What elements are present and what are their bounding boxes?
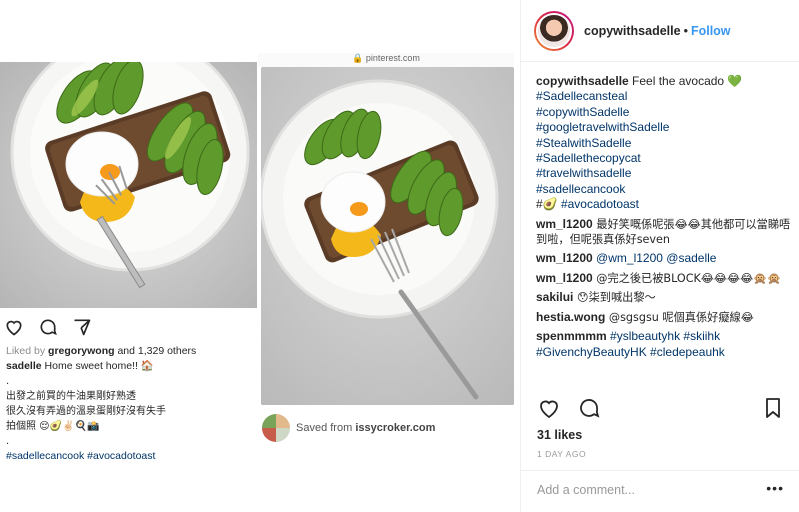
comment: hestia.wong @sgsgsu 呢個真係好癡線😂 — [536, 310, 798, 325]
hashtag-link[interactable]: #avocadotoast — [561, 197, 639, 211]
caption-username[interactable]: copywithsadelle — [536, 74, 629, 88]
comment: wm_l1200 @wm_l1200 @sadelle — [536, 251, 798, 266]
comment-text: @sgsgsu 呢個真係好癡線😂 — [605, 310, 754, 324]
left-likes-line: Liked by gregorywong and 1,329 others — [6, 345, 197, 357]
comment-text: @完之後已被BLOCK😂😂😂😂🙊🙊 — [592, 271, 782, 285]
avatar[interactable] — [534, 10, 574, 51]
avocado-toast-photo — [0, 62, 257, 308]
comment: wm_l1200 @完之後已被BLOCK😂😂😂😂🙊🙊 — [536, 271, 798, 286]
heart-icon[interactable] — [4, 317, 24, 337]
comment-username[interactable]: wm_l1200 — [536, 271, 593, 285]
comment-username[interactable]: spenmmmm — [536, 329, 607, 343]
left-caption-user[interactable]: sadelle — [6, 360, 42, 372]
header-dot: • — [683, 23, 688, 38]
comment-username[interactable]: hestia.wong — [536, 310, 605, 324]
comment-input[interactable] — [537, 483, 752, 497]
saved-from-text: Saved from issycroker.com — [296, 422, 436, 434]
heart-icon[interactable] — [537, 396, 561, 420]
comment-bar: ••• — [521, 470, 799, 512]
hashtag-link[interactable]: #StealwithSadelle — [536, 136, 798, 151]
hashtag-link[interactable]: #travelwithsadelle — [536, 166, 798, 181]
hashtag-link[interactable]: #sadellecancook — [536, 182, 798, 197]
saved-source-link[interactable]: issycroker.com — [355, 422, 435, 434]
instagram-sidebar: copywithsadelle • Follow copywithsadelle F… — [520, 0, 799, 512]
post-header: copywithsadelle • Follow — [521, 0, 799, 62]
comment-username[interactable]: sakilui — [536, 290, 573, 304]
hashtag-link[interactable]: #googletravelwithSadelle — [536, 120, 798, 135]
left-hashtags[interactable]: #sadellecancook #avocadotoast — [6, 449, 251, 464]
comment-username[interactable]: wm_l1200 — [536, 217, 593, 231]
avocado-toast-photo-pinterest — [261, 67, 514, 405]
comment-icon[interactable] — [577, 396, 601, 420]
pinterest-url-bar: 🔒 pinterest.com — [258, 53, 514, 67]
comment-text[interactable]: @wm_l1200 @sadelle — [593, 251, 716, 265]
likes-count[interactable]: 31 likes — [537, 428, 582, 442]
left-caption-line: sadelle Home sweet home!! 🏠 — [6, 360, 154, 372]
comment-text: 😯柒到喊出黎～ — [573, 291, 656, 305]
hashtag-link[interactable]: #copywithSadelle — [536, 105, 798, 120]
more-options-icon[interactable]: ••• — [766, 480, 784, 496]
bookmark-icon[interactable] — [761, 396, 785, 420]
comment: spenmmmm #yslbeautyhk #skiihk #GivenchyB… — [536, 329, 798, 360]
comments-section: copywithsadelle Feel the avocado 💚 #Sade… — [536, 74, 798, 360]
follow-button[interactable]: Follow — [691, 24, 731, 38]
left-caption-line-3: 很久沒有弄過的溫泉蛋剛好沒有失手 — [6, 406, 166, 417]
post-actions — [537, 396, 787, 422]
left-caption-dot-2: . — [6, 436, 10, 447]
pinterest-source-avatar[interactable] — [262, 414, 290, 442]
hashtag-link[interactable]: #Sadellethecopycat — [536, 151, 798, 166]
comment-icon[interactable] — [38, 317, 58, 337]
liked-by-user-link[interactable]: gregorywong — [48, 345, 115, 357]
post-timestamp: 1 DAY AGO — [537, 449, 587, 459]
share-icon[interactable] — [72, 317, 92, 337]
left-caption-line-4: 拍個照 😌🥑✌🏻🍳📸 — [6, 421, 100, 432]
pinterest-saved-from: Saved from issycroker.com — [262, 413, 435, 443]
header-username[interactable]: copywithsadelle — [584, 24, 681, 38]
left-caption-line-2: 出發之前買的牛油果剛好熟透 — [6, 391, 136, 402]
left-caption-dot-1: . — [6, 376, 10, 387]
left-post-caption: Liked by gregorywong and 1,329 others sa… — [6, 344, 251, 464]
comment-username[interactable]: wm_l1200 — [536, 251, 593, 265]
hashtag-link[interactable]: #Sadellecansteal — [536, 89, 798, 104]
left-post-photo[interactable] — [0, 62, 257, 308]
last-hashtag-line: #🥑 #avocadotoast — [536, 197, 640, 212]
pinterest-photo[interactable] — [261, 67, 514, 405]
comment: wm_l1200 最好笑嘅係呢張😂😂其他都可以當睇唔到啦，但呢張真係好seven — [536, 217, 798, 248]
comment: sakilui 😯柒到喊出黎～ — [536, 290, 798, 305]
caption: copywithsadelle Feel the avocado 💚 — [536, 74, 743, 88]
